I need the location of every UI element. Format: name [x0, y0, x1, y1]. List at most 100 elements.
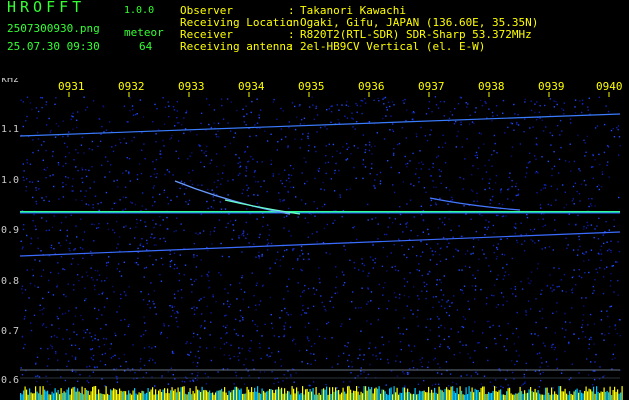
noise-speck	[533, 228, 536, 230]
noise-speck	[292, 167, 295, 170]
noise-speck	[109, 171, 111, 173]
noise-speck	[571, 200, 574, 202]
noise-speck	[75, 307, 77, 309]
noise-speck	[320, 188, 322, 190]
noise-speck	[330, 105, 332, 108]
noise-speck	[167, 371, 169, 373]
noise-speck	[399, 223, 402, 225]
noise-speck	[476, 157, 478, 159]
noise-speck	[594, 159, 596, 161]
noise-speck	[50, 344, 52, 346]
noise-speck	[609, 306, 611, 308]
noise-speck	[176, 117, 178, 119]
noise-speck	[77, 263, 79, 266]
noise-speck	[20, 240, 22, 242]
noise-speck	[403, 317, 405, 319]
noise-speck	[321, 205, 324, 208]
noise-speck	[575, 223, 577, 226]
noise-speck	[346, 345, 348, 348]
noise-speck	[341, 323, 343, 325]
noise-speck	[273, 98, 275, 101]
noise-speck	[248, 375, 250, 377]
noise-speck	[234, 132, 237, 134]
noise-speck	[523, 376, 525, 378]
noise-speck	[514, 288, 517, 290]
noise-speck	[91, 166, 93, 168]
noise-speck	[496, 278, 498, 280]
noise-speck	[435, 202, 437, 204]
level-bar	[176, 392, 178, 400]
noise-speck	[474, 154, 476, 157]
noise-speck	[329, 253, 331, 255]
level-bar	[545, 387, 547, 400]
noise-speck	[405, 328, 408, 330]
noise-speck	[409, 367, 411, 370]
noise-speck	[292, 249, 294, 252]
level-bar	[114, 389, 116, 400]
noise-speck	[544, 187, 546, 189]
noise-speck	[225, 326, 227, 329]
noise-speck	[359, 105, 362, 107]
noise-speck	[486, 297, 488, 299]
noise-speck	[435, 296, 437, 298]
noise-speck	[606, 310, 608, 312]
noise-speck	[386, 233, 388, 236]
level-bar	[329, 387, 331, 400]
noise-speck	[392, 130, 395, 133]
noise-speck	[416, 269, 418, 271]
noise-speck	[239, 320, 241, 322]
noise-speck	[254, 180, 257, 183]
noise-speck	[132, 344, 134, 346]
level-bar	[497, 391, 499, 400]
noise-speck	[297, 216, 299, 218]
noise-speck	[296, 116, 298, 118]
noise-speck	[99, 118, 101, 120]
noise-speck	[318, 170, 320, 172]
noise-speck	[494, 182, 497, 184]
noise-speck	[37, 375, 39, 377]
noise-speck	[393, 244, 395, 246]
noise-speck	[80, 144, 83, 146]
noise-speck	[205, 129, 207, 132]
noise-speck	[128, 171, 130, 173]
noise-speck	[37, 237, 39, 239]
noise-speck	[252, 158, 254, 160]
level-bar	[236, 386, 238, 400]
noise-speck	[408, 345, 410, 347]
noise-speck	[227, 222, 229, 225]
noise-speck	[220, 242, 222, 245]
noise-speck	[282, 110, 284, 112]
noise-speck	[139, 244, 141, 246]
noise-speck	[252, 359, 254, 361]
noise-speck	[378, 100, 380, 102]
noise-speck	[507, 322, 509, 325]
noise-speck	[193, 254, 195, 256]
noise-speck	[143, 347, 146, 349]
noise-speck	[152, 359, 154, 361]
noise-speck	[364, 149, 367, 151]
noise-speck	[432, 306, 434, 309]
noise-speck	[455, 146, 457, 148]
noise-speck	[387, 101, 390, 103]
noise-speck	[376, 132, 378, 134]
noise-speck	[261, 253, 263, 256]
noise-speck	[427, 228, 429, 231]
noise-speck	[318, 335, 321, 338]
noise-speck	[210, 312, 212, 314]
noise-speck	[243, 383, 246, 385]
noise-speck	[488, 221, 490, 223]
noise-speck	[499, 334, 502, 336]
level-bar	[318, 392, 320, 400]
level-bar	[315, 387, 317, 400]
noise-speck	[153, 185, 155, 187]
noise-speck	[185, 110, 188, 112]
noise-speck	[143, 364, 146, 367]
noise-speck	[247, 161, 249, 163]
noise-speck	[101, 314, 103, 316]
noise-speck	[561, 290, 564, 292]
noise-speck	[615, 261, 617, 263]
noise-speck	[124, 186, 127, 188]
noise-speck	[81, 167, 83, 169]
noise-speck	[423, 187, 426, 189]
noise-speck	[516, 123, 518, 125]
